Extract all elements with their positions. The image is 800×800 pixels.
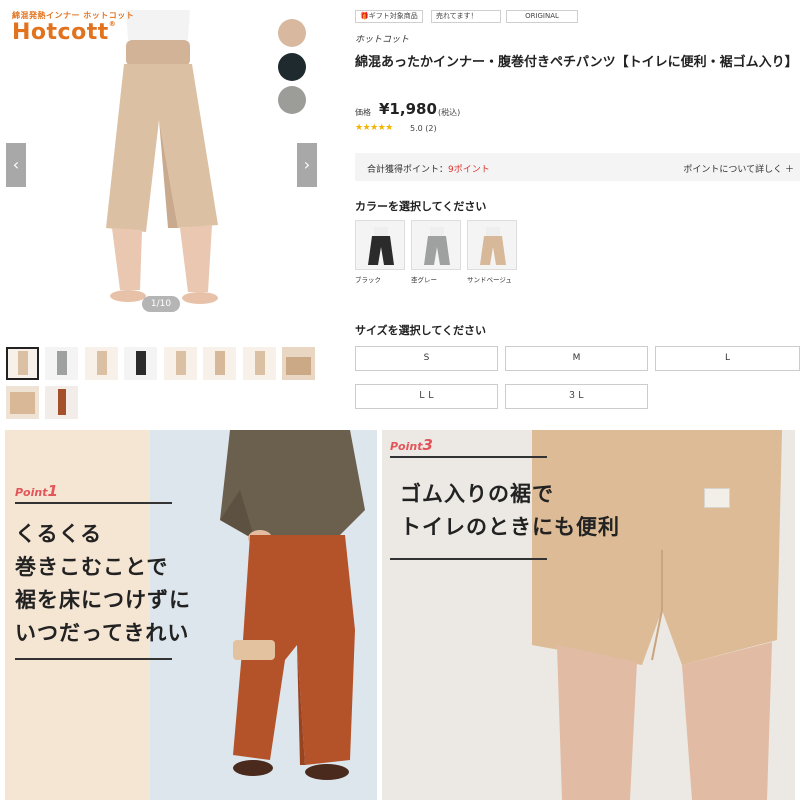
size-button-ll[interactable]: ＬＬ [355,384,498,409]
divider [390,456,547,458]
thumbnail[interactable] [203,347,236,380]
chevron-right-icon: › [303,155,311,174]
size-button-m[interactable]: M [505,346,648,371]
price-label: 価格 [355,108,371,117]
size-section-title: サイズを選択してください [355,324,487,337]
product-title: 綿混あったかインナー・腹巻付きペチパンツ【トイレに便利・裾ゴム入り】 [355,55,798,70]
thumbnail[interactable] [45,386,78,419]
tax-note: (税込) [438,108,461,117]
tag-bestseller: 売れてます！ [431,10,501,23]
thumbnail[interactable] [282,347,315,380]
size-button-l[interactable]: L [655,346,800,371]
rating-value: 5.0 [410,124,423,133]
gallery-next-button[interactable]: › [297,143,317,187]
points-label: 合計獲得ポイント： [367,165,449,175]
chevron-left-icon: ‹ [12,155,20,174]
review-count[interactable]: (2) [425,124,436,133]
thumbnail[interactable] [124,347,157,380]
color-option-label: ブラック [355,276,381,284]
gift-icon: 🎁 [360,12,369,20]
points-value: 9ポイント [448,165,490,175]
thumbnail[interactable] [243,347,276,380]
rating-stars: ★★★★★ [355,123,393,133]
color-option-image [467,220,517,270]
color-option-black[interactable]: ブラック [355,220,405,284]
rating-summary[interactable]: 5.0 (2) [410,124,437,133]
divider [390,558,547,560]
thumbnail[interactable] [6,347,39,380]
color-option-label: サンドベージュ [467,276,512,284]
tag-gift: 🎁ギフト対象商品 [355,10,423,23]
swatch-gray[interactable] [278,86,306,114]
size-button-3l[interactable]: ３Ｌ [505,384,648,409]
thumbnail[interactable] [164,347,197,380]
thumbnail[interactable] [45,347,78,380]
divider [15,658,172,660]
swatch-beige[interactable] [278,19,306,47]
price: ¥1,980 [379,100,437,118]
color-option-image [355,220,405,270]
point-label: Point3 [390,436,433,454]
color-option-image [411,220,461,270]
label-patch [704,488,730,508]
color-option-label: 杢グレー [411,276,437,284]
banner2-headline: ゴム入りの裾で トイレのときにも便利 [400,482,620,539]
brand-logo: Hotcott® [12,20,117,45]
color-option-beige[interactable]: サンドベージュ [467,220,517,284]
color-option-gray[interactable]: 杢グレー [411,220,461,284]
points-bar: 合計獲得ポイント：9ポイント ポイントについて詳しく ＋ [355,153,800,181]
thumbnail[interactable] [85,347,118,380]
main-product-photo [28,10,296,310]
size-button-s[interactable]: S [355,346,498,371]
point-label: Point1 [15,482,58,500]
gallery-prev-button[interactable]: ‹ [6,143,26,187]
tag-original: ORIGINAL [506,10,578,23]
color-section-title: カラーを選択してください [355,200,487,213]
feature-banner-point3: Point3 ゴム入りの裾で トイレのときにも便利 [382,430,795,800]
feature-banner-point1: Point1 くるくる 巻きこむことで 裾を床につけずに いつだってきれい [5,430,377,800]
brand-name: ホットコット [355,35,410,45]
points-summary: 合計獲得ポイント：9ポイント [367,162,490,175]
banner1-headline: くるくる 巻きこむことで 裾を床につけずに いつだってきれい [15,522,191,645]
thumbnail[interactable] [6,386,39,419]
swatch-black[interactable] [278,53,306,81]
points-details-link[interactable]: ポイントについて詳しく ＋ [683,162,794,175]
divider [15,502,172,504]
gallery-counter: 1/10 [142,296,180,312]
